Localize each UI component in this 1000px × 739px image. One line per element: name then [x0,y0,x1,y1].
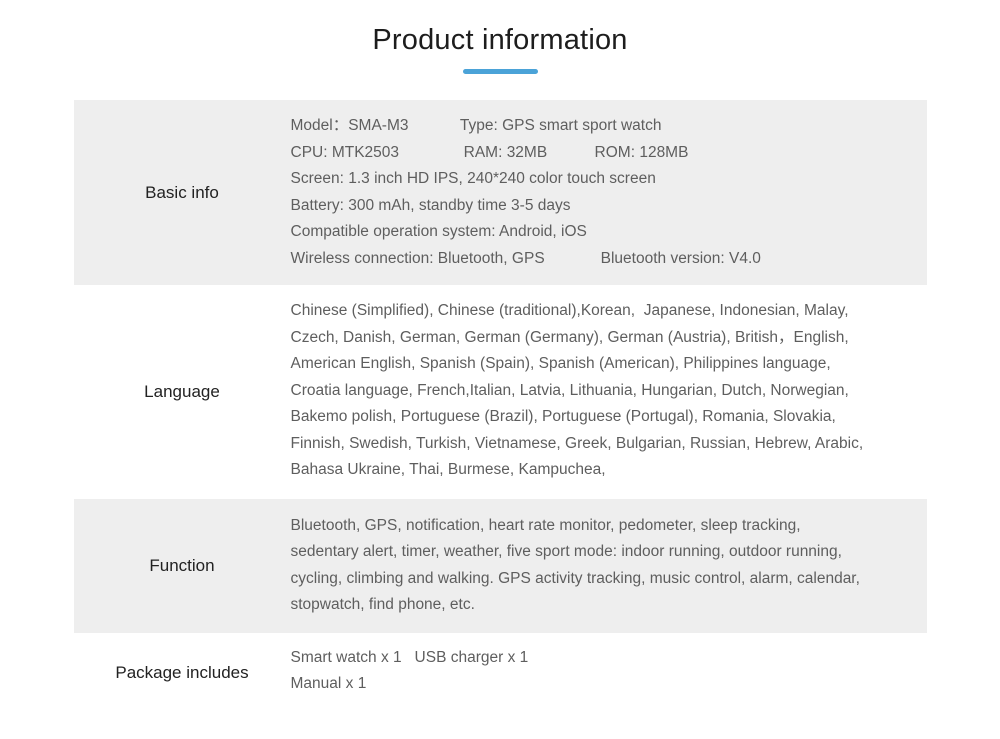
spec-line: Chinese (Simplified), Chinese (tradition… [290,302,849,319]
spec-line: sedentary alert, timer, weather, five sp… [290,543,842,560]
table-row: Package includes Smart watch x 1 USB cha… [73,632,927,714]
row-label-package-includes: Package includes [115,663,249,682]
product-information-page: Product information Basic info Model：SMA… [0,0,1000,739]
spec-line: Compatible operation system: Android, iO… [290,223,587,240]
spec-line: Battery: 300 mAh, standby time 3-5 days [290,196,571,214]
spec-line: CPU: MTK2503 RAM: 32MB ROM: 128MB [290,143,689,161]
page-title: Product information [372,24,628,56]
spec-line: Finnish, Swedish, Turkish, Vietnamese, G… [290,434,864,452]
table-row: Language Chinese (Simplified), Chinese (… [73,285,927,499]
spec-line: Model：SMA-M3 Type: GPS smart sport watch [290,117,662,134]
spec-line: Screen: 1.3 inch HD IPS, 240*240 color t… [290,170,656,187]
page-header: Product information [0,0,1000,74]
specification-table-body: Basic info Model：SMA-M3 Type: GPS smart … [73,100,927,714]
spec-line: Smart watch x 1 USB charger x 1 [290,648,529,666]
spec-line: Bluetooth, GPS, notification, heart rate… [290,516,801,534]
spec-line: American English, Spanish (Spain), Spani… [290,355,831,372]
spec-line: Manual x 1 [290,675,367,692]
table-row: Basic info Model：SMA-M3 Type: GPS smart … [73,100,927,285]
table-row: Function Bluetooth, GPS, notification, h… [73,498,927,633]
spec-line: stopwatch, find phone, etc. [290,596,475,613]
row-label-basic-info: Basic info [145,182,219,202]
spec-line: Croatia language, French,Italian, Latvia… [290,381,849,399]
row-content-basic-info: Model：SMA-M3 Type: GPS smart sport watch… [291,100,927,285]
row-content-language: Chinese (Simplified), Chinese (tradition… [291,285,927,499]
specification-table: Basic info Model：SMA-M3 Type: GPS smart … [73,100,927,714]
row-label-function: Function [149,555,215,575]
row-label-language: Language [144,381,220,401]
row-content-function: Bluetooth, GPS, notification, heart rate… [291,499,927,633]
spec-line: Bakemo polish, Portuguese (Brazil), Port… [290,408,836,425]
spec-line: Wireless connection: Bluetooth, GPS Blue… [290,249,761,267]
spec-line: Czech, Danish, German, German (Germany),… [290,328,849,346]
row-content-package-includes: Smart watch x 1 USB charger x 1 Manual x… [291,633,927,714]
spec-line: cycling, climbing and walking. GPS activ… [290,569,860,587]
title-underline-accent [462,69,538,74]
spec-line: Bahasa Ukraine, Thai, Burmese, Kampuchea… [290,461,606,478]
